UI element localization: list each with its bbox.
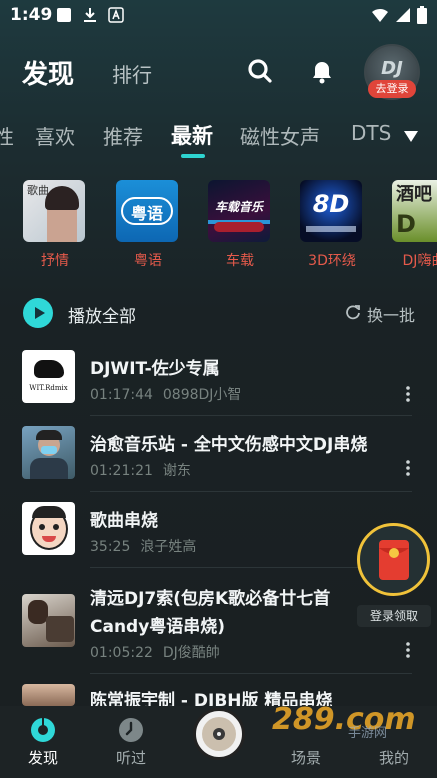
category-lyrical[interactable]: 歌曲 抒情 [23,180,87,270]
category-thumb: 8D [300,180,362,242]
status-time: 1:49 [10,5,53,25]
song-artist: 浪子姓高 [140,539,197,555]
app-a-icon [108,7,124,23]
song-meta: 35:25 浪子姓高 [90,536,196,556]
thumb-text: 酒吧 [396,184,432,205]
signal-icon [395,7,411,27]
category-3d-surround[interactable]: 8D 3D环绕 [300,180,364,270]
category-dj-hype[interactable]: 酒吧 D DJ嗨曲 [392,180,437,270]
now-playing-disc[interactable] [193,708,245,760]
song-title-line1: 清远DJ7索(包房K歌必备廿七首 [90,589,331,609]
tab-dts[interactable]: DTS [351,121,391,145]
more-options-icon[interactable] [406,386,410,406]
more-options-icon[interactable] [406,460,410,480]
divider [90,415,412,416]
divider [90,491,412,492]
category-label: 3D环绕 [308,253,356,269]
refresh-label: 换一批 [367,306,416,325]
tab-like[interactable]: 喜欢 [35,121,75,150]
thumb-text: 粤语 [130,204,163,223]
notification-square-icon [56,7,72,23]
song-meta: 01:21:21 谢东 [90,460,191,480]
nav-label: 我的 [378,749,409,767]
red-packet-label[interactable]: 登录领取 [357,605,431,627]
watermark-sub: 手游网 [348,726,388,741]
song-meta: 01:05:22 DJ俊酷帥 [90,642,220,662]
download-icon [82,7,98,23]
history-icon [117,716,145,748]
page-title[interactable]: 发现 [22,54,74,91]
thumb-text: 8D [312,190,350,218]
rank-tab[interactable]: 排行 [112,59,152,88]
song-thumb: WIT.Rdmix [22,350,75,403]
nav-label: 发现 [27,749,58,767]
category-car[interactable]: 车载音乐 车载 [208,180,272,270]
song-thumb [22,502,75,555]
wifi-icon [371,7,389,27]
active-tab-indicator [181,154,205,158]
status-bar: 1:49 [0,0,437,32]
category-thumb: 酒吧 D [392,180,437,242]
refresh-button[interactable]: 换一批 [345,302,415,326]
nav-label: 听过 [115,749,146,767]
play-all-bar: 播放全部 换一批 [0,298,437,330]
category-label: 粤语 [134,253,162,269]
play-all-label[interactable]: 播放全部 [68,302,136,327]
tab-recommend[interactable]: 推荐 [103,121,143,150]
tab-expand-icon[interactable] [403,128,419,147]
thumb-text: 车载音乐 [214,200,263,214]
song-title: 治愈音乐站 - 全中文伤感中文DJ串烧 [90,435,368,455]
watermark-logo: 289.com [272,702,416,737]
battery-icon [417,6,427,28]
song-thumb [22,594,75,647]
song-meta: 01:17:44 0898DJ小智 [90,384,241,404]
play-all-button[interactable] [23,298,53,328]
song-duration: 35:25 [90,539,131,555]
song-duration: 01:17:44 [90,387,153,403]
category-label: 抒情 [41,253,69,269]
refresh-icon [345,304,361,324]
category-label: DJ嗨曲 [402,253,437,269]
tab-magnetic-female[interactable]: 磁性女声 [240,121,320,150]
song-title-line2: Candy粤语串烧) [90,617,226,637]
song-thumb [22,426,75,479]
category-tiles: 歌曲 抒情 粤语 粤语 车载音乐 车载 8D 3D环绕 酒吧 D DJ嗨曲 [0,180,437,275]
red-envelope-icon [379,540,409,580]
tab-latest[interactable]: 最新 [171,120,213,150]
category-cantonese[interactable]: 粤语 粤语 [116,180,180,270]
avatar-text: DJ [381,58,403,79]
nav-label: 场景 [290,749,321,767]
search-icon[interactable] [247,58,273,88]
song-artist: 谢东 [162,463,191,479]
more-options-icon[interactable] [406,642,410,662]
song-title: 歌曲串烧 [90,511,158,531]
category-label: 车载 [226,253,254,269]
song-artist: 0898DJ小智 [162,387,242,403]
song-title: DJWIT-佐少专属 [90,359,220,379]
discover-icon [29,716,57,748]
song-thumb [22,684,75,706]
category-thumb: 歌曲 [23,180,85,242]
bell-icon[interactable] [309,58,335,88]
category-tabs: 性 喜欢 推荐 最新 磁性女声 DTS [0,116,437,160]
tab-partial[interactable]: 性 [0,121,14,150]
red-packet-button[interactable] [357,523,430,596]
thumb-text: WIT.Rdmix [29,384,68,392]
divider [90,673,412,674]
vinyl-icon [202,717,236,751]
song-duration: 01:05:22 [90,645,153,661]
category-thumb: 车载音乐 [208,180,270,242]
login-badge[interactable]: 去登录 [368,80,416,98]
song-artist: DJ俊酷帥 [162,645,220,661]
song-duration: 01:21:21 [90,463,153,479]
category-thumb: 粤语 [116,180,178,242]
